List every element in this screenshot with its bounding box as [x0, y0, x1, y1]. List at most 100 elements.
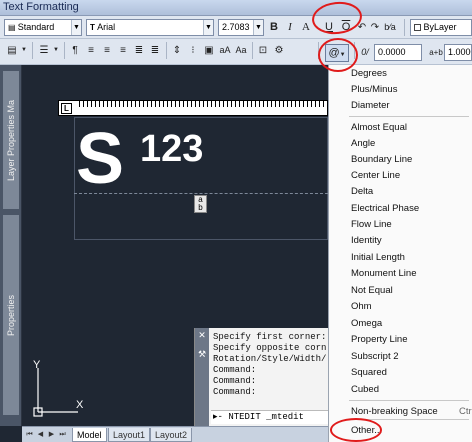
menu-item-diameter[interactable]: Diameter	[351, 100, 390, 111]
chevron-down-icon: ▼	[71, 20, 81, 35]
command-window: ✕ ⚒ Specify first corner: Specify opposit…	[194, 328, 328, 426]
distribute-icon[interactable]: ≣	[148, 42, 162, 59]
formatting-toolbar: ▤ Standard ▼ T Arial ▼ 2.7083 ▼ B I A U …	[0, 16, 472, 39]
chevron-down-icon: ▼	[253, 20, 263, 35]
menu-item-center-line[interactable]: Center Line	[351, 170, 400, 181]
toolbar-divider	[32, 42, 33, 59]
command-history-line: Command:	[213, 376, 257, 386]
menu-item-cubed[interactable]: Cubed	[351, 384, 379, 395]
command-prompt-text: - NTEDIT _mtedit	[217, 412, 304, 422]
chevron-down-icon: ▼	[203, 20, 213, 35]
close-icon[interactable]: ✕	[195, 330, 209, 341]
tab-model[interactable]: Model	[72, 428, 107, 442]
next-tab-icon[interactable]: ▶	[47, 430, 56, 439]
align-center-icon[interactable]: ≡	[100, 42, 114, 59]
align-justify-icon[interactable]: ≣	[132, 42, 146, 59]
menu-item-boundary-line[interactable]: Boundary Line	[351, 154, 412, 165]
menu-item-delta[interactable]: Delta	[351, 186, 373, 197]
text-height-input[interactable]: 2.7083 ▼	[218, 19, 264, 36]
justification-icon[interactable]: ☰	[36, 42, 52, 59]
tab-layer-properties[interactable]: Layer Properties Ma	[3, 71, 19, 209]
redo-icon[interactable]: ↷	[369, 19, 381, 36]
command-history-line: Specify first corner:	[213, 332, 327, 342]
uppercase-icon[interactable]: aA	[218, 42, 232, 59]
prev-tab-icon[interactable]: ◀	[36, 430, 45, 439]
font-select[interactable]: T Arial ▼	[86, 19, 214, 36]
lowercase-icon[interactable]: Aa	[234, 42, 248, 59]
menu-item-ohm[interactable]: Ohm	[351, 301, 372, 312]
chevron-down-icon[interactable]: ▼	[20, 42, 28, 59]
menu-item-identity[interactable]: Identity	[351, 235, 382, 246]
menu-item-subscript-2[interactable]: Subscript 2	[351, 351, 399, 362]
mtext-main-text: S	[76, 119, 125, 199]
toolbar-divider	[404, 19, 405, 36]
tracking-input[interactable]: 1.0000	[444, 44, 472, 61]
menu-item-squared[interactable]: Squared	[351, 367, 387, 378]
symbol-menu: Degrees Plus/Minus Diameter Almost Equal…	[328, 65, 472, 442]
menu-item-almost-equal[interactable]: Almost Equal	[351, 122, 407, 133]
menu-item-non-breaking-space[interactable]: Non-breaking Space	[351, 406, 438, 417]
tracking-icon: a+b	[429, 48, 443, 57]
text-ruler[interactable]: L	[58, 100, 328, 116]
menu-item-omega[interactable]: Omega	[351, 318, 382, 329]
paragraph-toolbar: ▤ ▼ ☰ ▼ ¶ ≡ ≡ ≡ ≣ ≣ ⇕ ⁝ ▣ aA Aa ⊡ ⚙ @▼ 0…	[0, 39, 472, 65]
title-bar: Text Formatting	[0, 0, 472, 16]
tab-layout2[interactable]: Layout2	[150, 428, 193, 442]
style-select[interactable]: ▤ Standard ▼	[4, 19, 82, 36]
color-select[interactable]: ByLayer	[410, 19, 472, 36]
command-window-handle[interactable]: ✕ ⚒	[195, 328, 209, 426]
paragraph-settings-icon[interactable]: ⚙	[272, 42, 286, 59]
annotation-circle-other-item	[330, 418, 382, 442]
italic-button[interactable]: I	[284, 19, 296, 36]
ucs-x-label: X	[76, 399, 84, 411]
text-height-value: 2.7083	[222, 22, 250, 32]
color-value: ByLayer	[423, 22, 457, 32]
menu-item-monument-line[interactable]: Monument Line	[351, 268, 416, 279]
last-tab-icon[interactable]: ⏭	[58, 430, 67, 439]
tab-properties[interactable]: Properties	[3, 215, 19, 415]
annotative-icon[interactable]: ⊡	[256, 42, 270, 59]
tab-layout1[interactable]: Layout1	[108, 428, 151, 442]
menu-item-initial-length[interactable]: Initial Length	[351, 252, 405, 263]
columns-icon[interactable]: ▤	[4, 42, 20, 59]
menu-item-electrical-phase[interactable]: Electrical Phase	[351, 203, 419, 214]
menu-item-property-line[interactable]: Property Line	[351, 334, 408, 345]
bold-button[interactable]: B	[268, 19, 280, 36]
command-history-line: Rotation/Style/Width/	[213, 354, 327, 364]
side-palette: Layer Properties Ma Properties	[0, 65, 22, 426]
command-history-line: Specify opposite corn	[213, 343, 327, 353]
first-tab-icon[interactable]: ⏮	[25, 430, 34, 439]
menu-item-not-equal[interactable]: Not Equal	[351, 285, 393, 296]
menu-item-plus-minus[interactable]: Plus/Minus	[351, 84, 397, 95]
menu-item-shortcut: Ctrl	[459, 406, 472, 417]
ruler-marker: L	[61, 103, 72, 114]
toolbar-divider	[64, 42, 65, 59]
menu-item-angle[interactable]: Angle	[351, 138, 375, 149]
paragraph-icon[interactable]: ¶	[68, 42, 82, 59]
toolbar-divider	[166, 42, 167, 59]
wrench-icon[interactable]: ⚒	[195, 349, 209, 360]
chevron-down-icon[interactable]: ▼	[52, 42, 60, 59]
insert-field-icon[interactable]: ▣	[202, 42, 216, 59]
command-history: Specify first corner: Specify opposite co…	[213, 332, 328, 398]
color-swatch-icon	[414, 24, 421, 32]
font-style-button[interactable]: A	[300, 19, 312, 36]
oblique-icon: 0/	[361, 47, 369, 57]
line-spacing-icon[interactable]: ⇕	[170, 42, 184, 59]
ucs-icon: Y X	[33, 360, 84, 417]
layout-tabs-bar: ⏮ ◀ ▶ ⏭ Model Layout1 Layout2	[22, 426, 328, 442]
stack-icon[interactable]: b⁄a	[384, 19, 396, 36]
command-input[interactable]: ▸- NTEDIT _mtedit	[211, 410, 328, 424]
ruler-ticks	[79, 101, 327, 107]
align-left-icon[interactable]: ≡	[84, 42, 98, 59]
menu-item-degrees[interactable]: Degrees	[351, 68, 387, 79]
oblique-angle-input[interactable]: 0.0000	[374, 44, 422, 61]
stack-properties-icon[interactable]: ab	[194, 195, 207, 213]
window-title: Text Formatting	[3, 1, 79, 13]
numbering-icon[interactable]: ⁝	[186, 42, 200, 59]
command-history-line: Command:	[213, 365, 257, 375]
tracking-value: 1.0000	[448, 47, 471, 57]
menu-item-flow-line[interactable]: Flow Line	[351, 219, 392, 230]
align-right-icon[interactable]: ≡	[116, 42, 130, 59]
menu-separator	[349, 116, 469, 117]
